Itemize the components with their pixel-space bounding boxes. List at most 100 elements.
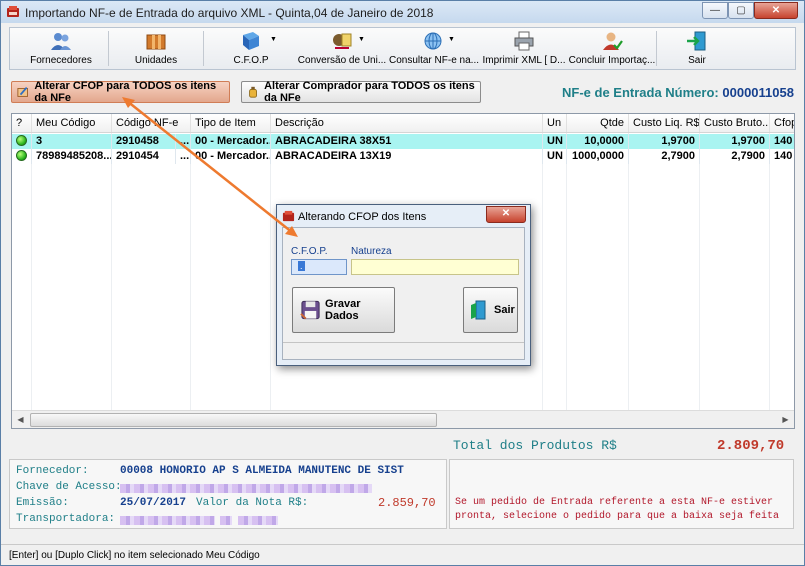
tipo-cell: 00 - Mercador... (191, 149, 271, 164)
codigo-nfe-cell: 2910454 (112, 149, 176, 164)
toolbar-consultar-button[interactable]: ▼ Consultar NF-e na... (388, 28, 480, 69)
toolbar-sair-button[interactable]: Sair (659, 28, 735, 69)
save-disk-icon (300, 300, 320, 320)
cfop-input[interactable]: . (291, 259, 347, 275)
dialog-close-button[interactable]: ✕ (486, 206, 526, 223)
bottle-icon (249, 86, 257, 98)
custo-bruto-cell: 1,9700 (700, 134, 770, 149)
status-bar: [Enter] ou [Duplo Click] no item selecio… (1, 544, 804, 565)
toolbar-sair-label: Sair (688, 55, 706, 66)
column-header-codigo-nfe[interactable]: Código NF-e (112, 114, 191, 132)
toolbar-separator (656, 31, 657, 66)
toolbar: Fornecedores Unidades ▼ C.F.O.P ▼ Conver… (9, 27, 796, 70)
dialog-separator (283, 342, 524, 343)
qtde-cell: 1000,0000 (567, 149, 629, 164)
minimize-icon: — (710, 5, 720, 16)
window-title: Importando NF-e de Entrada do arquivo XM… (25, 6, 434, 20)
natureza-field-label: Natureza (351, 246, 392, 257)
cfop-cell: 140 (770, 149, 794, 164)
toolbar-unidades-button[interactable]: Unidades (111, 28, 201, 69)
dialog-body: C.F.O.P. Natureza . Gravar Dados Sair (282, 227, 525, 360)
pedido-message-panel[interactable]: Se um pedido de Entrada referente a esta… (449, 459, 794, 529)
nfe-number-heading: NF-e de Entrada Número: 0000011058 (562, 85, 794, 100)
maximize-icon: ▢ (736, 5, 746, 16)
table-row[interactable]: 78989485208... 2910454 ... 00 - Mercador… (12, 149, 794, 164)
minimize-button[interactable]: — (702, 2, 728, 19)
title-bar: Importando NF-e de Entrada do arquivo XM… (1, 1, 804, 23)
alterar-cfop-label: Alterar CFOP para TODOS os itens da NFe (34, 80, 217, 104)
column-header-status[interactable]: ? (12, 114, 32, 132)
scroll-left-icon[interactable]: ◀ (12, 411, 29, 428)
alterar-cfop-dialog: Alterando CFOP dos Itens ✕ C.F.O.P. Natu… (276, 204, 531, 366)
chevron-down-icon[interactable]: ▼ (270, 36, 277, 43)
alterar-cfop-button[interactable]: Alterar CFOP para TODOS os itens da NFe (11, 80, 230, 104)
toolbar-cfop-button[interactable]: ▼ C.F.O.P (206, 28, 296, 69)
column-header-meu-codigo[interactable]: Meu Código (32, 114, 112, 132)
maximize-button[interactable]: ▢ (728, 2, 754, 19)
boxes-icon (146, 34, 166, 50)
invoice-info-panel: Fornecedor: 00008 HONORIO AP S ALMEIDA M… (9, 459, 447, 529)
chave-acesso-redacted (120, 484, 372, 493)
fornecedor-label: Fornecedor: (16, 465, 89, 477)
horizontal-scrollbar[interactable]: ◀ ▶ (12, 410, 794, 428)
globe-icon (424, 32, 442, 50)
app-icon (7, 6, 19, 17)
nfe-number-label: NF-e de Entrada Número: (562, 85, 719, 100)
scroll-right-icon[interactable]: ▶ (777, 411, 794, 428)
toolbar-fornecedores-button[interactable]: Fornecedores (16, 28, 106, 69)
toolbar-conversao-button[interactable]: ▼ Conversão de Uni... (296, 28, 388, 69)
toolbar-fornecedores-label: Fornecedores (30, 55, 92, 66)
emissao-label: Emissão: (16, 497, 69, 509)
pedido-message-line: Se um pedido de Entrada referente a esta… (455, 497, 774, 508)
transportadora-redacted (220, 516, 232, 525)
toolbar-concluir-label: Concluir Importaç... (568, 55, 656, 66)
codigo-nfe-extra-cell: ... (176, 149, 191, 164)
column-header-un[interactable]: Un (543, 114, 567, 132)
toolbar-unidades-label: Unidades (134, 55, 178, 66)
descricao-cell: ABRACADEIRA 38X51 (271, 134, 543, 149)
toolbar-imprimir-button[interactable]: Imprimir XML [ D... (480, 28, 568, 69)
column-header-cfop[interactable]: Cfop (770, 114, 794, 132)
table-row[interactable]: 3 2910458 ... 00 - Mercador... ABRACADEI… (12, 134, 794, 149)
column-header-custo-bruto[interactable]: Custo Bruto... (700, 114, 770, 132)
window-controls: — ▢ ✕ (702, 2, 798, 20)
gravar-dados-button[interactable]: Gravar Dados (292, 287, 395, 333)
fornecedor-value: 00008 HONORIO AP S ALMEIDA MANUTENC DE S… (120, 465, 404, 477)
book-icon (243, 32, 259, 50)
emissao-value: 25/07/2017 (120, 497, 187, 509)
status-green-icon (16, 150, 27, 161)
scrollbar-thumb[interactable] (30, 413, 437, 427)
transportadora-redacted (120, 516, 215, 525)
toolbar-conversao-label: Conversão de Uni... (297, 55, 387, 66)
toolbar-concluir-button[interactable]: Concluir Importaç... (568, 28, 656, 69)
chave-acesso-label: Chave de Acesso: (16, 481, 122, 493)
column-header-descricao[interactable]: Descrição (271, 114, 543, 132)
close-button[interactable]: ✕ (754, 2, 798, 19)
dialog-sair-label: Sair (494, 304, 515, 316)
column-header-tipo[interactable]: Tipo de Item (191, 114, 271, 132)
meu-codigo-cell: 3 (32, 134, 112, 149)
alterar-comprador-button[interactable]: Alterar Comprador para TODOS os itens da… (241, 80, 481, 104)
codigo-nfe-cell: 2910458 (112, 134, 176, 149)
valor-nota-value: 2.859,70 (378, 496, 436, 510)
custo-liq-cell: 2,7900 (629, 149, 700, 164)
chevron-down-icon[interactable]: ▼ (448, 36, 455, 43)
dialog-sair-button[interactable]: Sair (463, 287, 518, 333)
printer-icon (514, 31, 534, 51)
toolbar-consultar-label: Consultar NF-e na... (388, 55, 480, 66)
custo-liq-cell: 1,9700 (629, 134, 700, 149)
chevron-down-icon[interactable]: ▼ (358, 36, 365, 43)
cfop-input-value: . (298, 261, 305, 271)
status-bar-text: [Enter] ou [Duplo Click] no item selecio… (9, 550, 260, 561)
status-cell (12, 149, 32, 164)
codigo-nfe-extra-cell: ... (176, 134, 191, 149)
total-produtos-label: Total dos Produtos R$ (453, 438, 617, 453)
toolbar-separator (203, 31, 204, 66)
pedido-message: Se um pedido de Entrada referente a esta… (455, 496, 790, 524)
meu-codigo-cell: 78989485208... (32, 149, 112, 164)
natureza-input[interactable] (351, 259, 519, 275)
column-header-qtde[interactable]: Qtde (567, 114, 629, 132)
toolbar-imprimir-label: Imprimir XML [ D... (482, 55, 566, 66)
status-green-icon (16, 135, 27, 146)
column-header-custo-liq[interactable]: Custo Liq. R$ (629, 114, 700, 132)
